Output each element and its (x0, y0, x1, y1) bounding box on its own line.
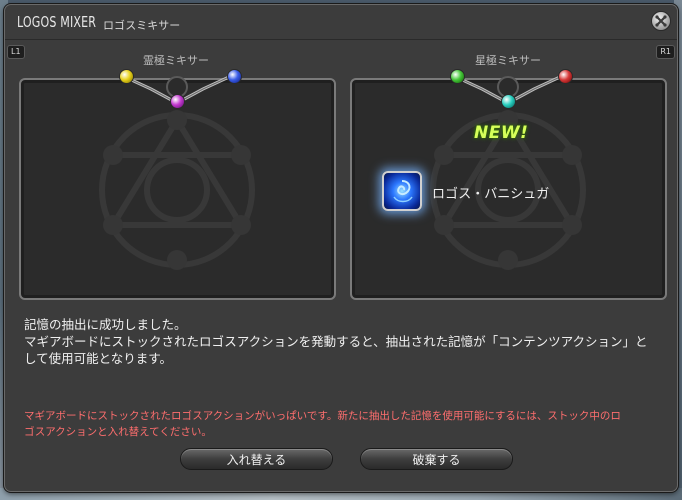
swirl-icon (393, 180, 413, 203)
message-line: マギアボードにストックされたロゴスアクションを発動すると、抽出された記憶が「コン… (24, 334, 648, 349)
warning-line: ゴスアクションと入れ替えてください。 (24, 426, 212, 438)
close-icon (655, 15, 667, 27)
logos-action-name: ロゴス・バニシュガ (432, 187, 550, 202)
left-orb-purple (170, 94, 185, 109)
message-line: して使用可能となります。 (24, 351, 173, 366)
window-subtitle: ロゴスミキサー (103, 19, 181, 32)
right-orb-green (450, 69, 465, 84)
right-orb-red (558, 69, 573, 84)
warning-line: マギアボードにストックされたロゴスアクションがいっぱいです。新たに抽出した記憶を… (24, 410, 621, 422)
window-title: LOGOS MIXER (17, 13, 97, 31)
l1-tab-hint[interactable]: L1 (7, 45, 25, 59)
title-bar[interactable]: LOGOS MIXER ロゴスミキサー (5, 5, 677, 40)
stock-full-warning: マギアボードにストックされたロゴスアクションがいっぱいです。新たに抽出した記憶を… (24, 408, 674, 440)
new-badge: NEW! (474, 123, 529, 143)
right-orb-teal (501, 94, 516, 109)
replace-button[interactable]: 入れ替える (180, 448, 333, 470)
discard-button[interactable]: 破棄する (360, 448, 513, 470)
left-orb-yellow (119, 69, 134, 84)
logos-mixer-window: LOGOS MIXER ロゴスミキサー L1 R1 霊極ミキサー 星極ミキサー … (4, 4, 678, 492)
logos-action-icon[interactable] (382, 171, 422, 211)
r1-tab-hint[interactable]: R1 (656, 45, 675, 59)
close-button[interactable] (651, 11, 671, 31)
result-message: 記憶の抽出に成功しました。 マギアボードにストックされたロゴスアクションを発動す… (24, 316, 674, 367)
left-orb-blue (227, 69, 242, 84)
message-line: 記憶の抽出に成功しました。 (24, 317, 187, 332)
